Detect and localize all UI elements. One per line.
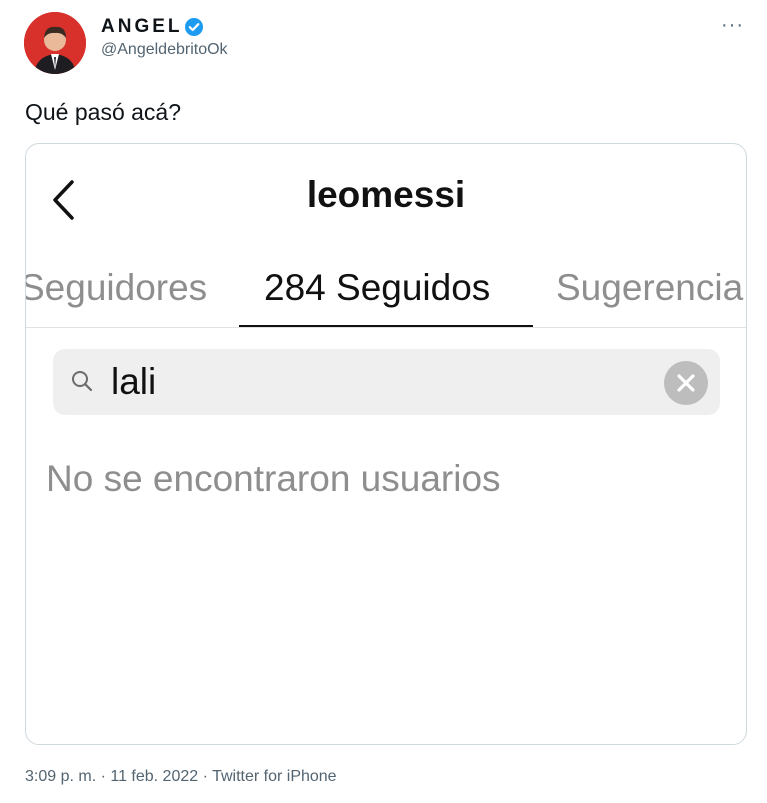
avatar[interactable] xyxy=(24,12,86,74)
tweet-card: ANGEL @AngeldebritoOk ··· Qué pasó acá? … xyxy=(0,0,767,803)
tweet-timestamp[interactable]: 3:09 p. m. · 11 feb. 2022 · Twitter for … xyxy=(25,768,337,786)
more-options-icon[interactable]: ··· xyxy=(721,14,744,37)
profile-username: leomessi xyxy=(306,174,466,215)
no-results-message: No se encontraron usuarios xyxy=(46,458,501,499)
display-name[interactable]: ANGEL xyxy=(101,16,183,38)
search-query: lali xyxy=(111,361,157,402)
tweet-text: Qué pasó acá? xyxy=(25,99,182,125)
verified-badge-icon xyxy=(184,17,204,37)
clear-search-icon xyxy=(664,361,708,405)
tab-following: 284 Seguidos xyxy=(264,267,491,308)
tab-followers: Seguidores xyxy=(25,267,208,308)
search-field: lali xyxy=(53,349,720,415)
tab-suggestions: Sugerencia xyxy=(556,267,744,308)
attached-screenshot[interactable]: leomessi Seguidores 284 Seguidos Sugeren… xyxy=(25,143,747,745)
follow-tabs: Seguidores 284 Seguidos Sugerencia xyxy=(26,266,746,328)
tabs-divider xyxy=(26,327,746,328)
search-icon xyxy=(70,369,94,393)
user-handle[interactable]: @AngeldebritoOk xyxy=(101,41,228,59)
author-block: ANGEL @AngeldebritoOk xyxy=(101,16,228,59)
